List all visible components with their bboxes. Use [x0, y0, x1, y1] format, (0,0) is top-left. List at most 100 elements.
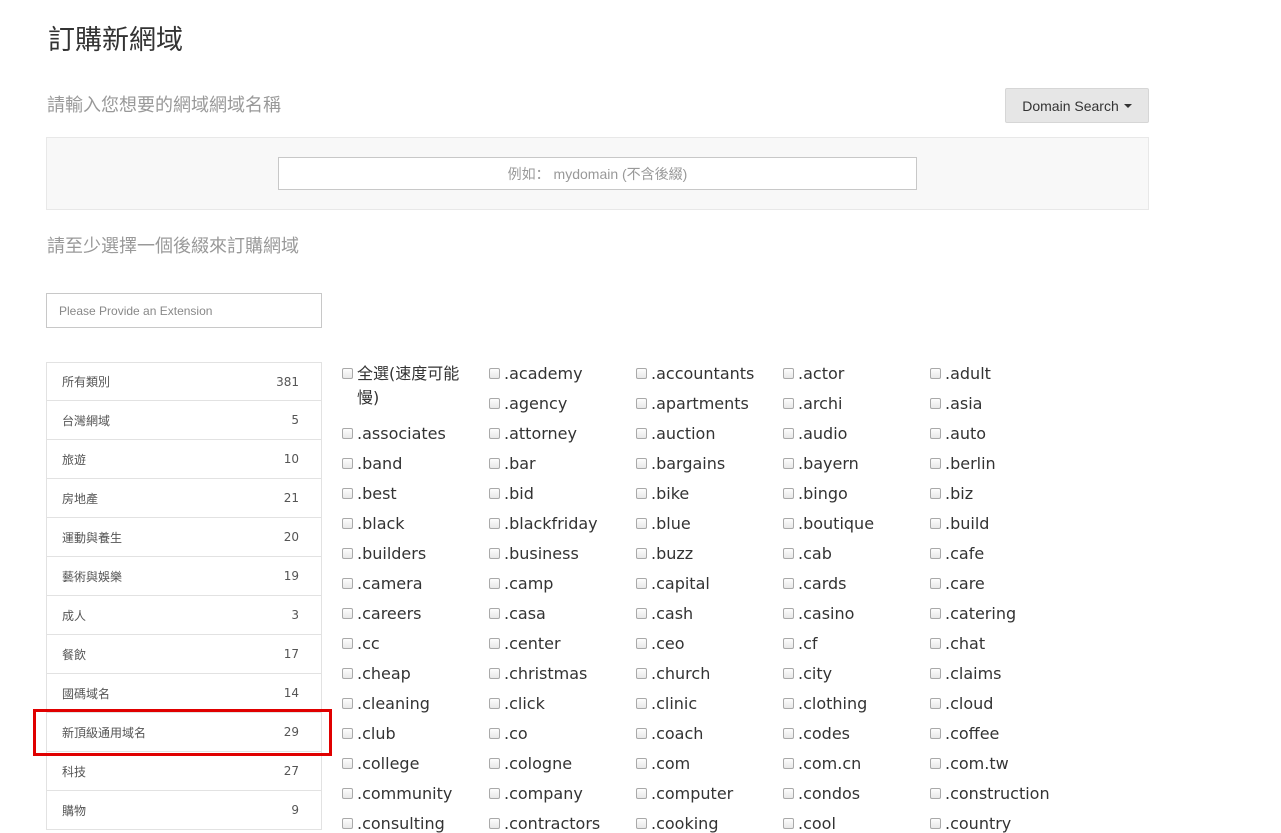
select-all-option[interactable]: 全選(速度可能慢): [342, 362, 465, 410]
tld-option[interactable]: .archi: [783, 392, 930, 416]
tld-option[interactable]: .clothing: [783, 692, 930, 716]
tld-checkbox[interactable]: [489, 818, 500, 829]
tld-option[interactable]: .camera: [342, 572, 489, 596]
tld-checkbox[interactable]: [930, 428, 941, 439]
tld-option[interactable]: .camp: [489, 572, 636, 596]
tld-option[interactable]: .adult: [930, 362, 1077, 386]
tld-checkbox[interactable]: [489, 518, 500, 529]
tld-checkbox[interactable]: [930, 668, 941, 679]
tld-option[interactable]: .com.tw: [930, 752, 1077, 776]
tld-option[interactable]: .church: [636, 662, 783, 686]
tld-option[interactable]: .cafe: [930, 542, 1077, 566]
tld-option[interactable]: .auto: [930, 422, 1077, 446]
tld-checkbox[interactable]: [489, 548, 500, 559]
tld-checkbox[interactable]: [783, 518, 794, 529]
tld-option[interactable]: .bargains: [636, 452, 783, 476]
tld-option[interactable]: .biz: [930, 482, 1077, 506]
tld-checkbox[interactable]: [489, 458, 500, 469]
tld-checkbox[interactable]: [930, 368, 941, 379]
tld-checkbox[interactable]: [489, 368, 500, 379]
tld-checkbox[interactable]: [783, 638, 794, 649]
tld-option[interactable]: .ceo: [636, 632, 783, 656]
tld-option[interactable]: .bayern: [783, 452, 930, 476]
tld-option[interactable]: .college: [342, 752, 489, 776]
tld-option[interactable]: .christmas: [489, 662, 636, 686]
tld-checkbox[interactable]: [342, 488, 353, 499]
tld-option[interactable]: .club: [342, 722, 489, 746]
tld-option[interactable]: .cool: [783, 812, 930, 833]
tld-option[interactable]: .com.cn: [783, 752, 930, 776]
tld-checkbox[interactable]: [783, 488, 794, 499]
tld-option[interactable]: .audio: [783, 422, 930, 446]
tld-option[interactable]: .co: [489, 722, 636, 746]
tld-checkbox[interactable]: [489, 698, 500, 709]
category-item[interactable]: 台灣網域 5: [46, 401, 322, 440]
tld-checkbox[interactable]: [342, 728, 353, 739]
tld-checkbox[interactable]: [342, 428, 353, 439]
tld-checkbox[interactable]: [636, 818, 647, 829]
tld-option[interactable]: .casino: [783, 602, 930, 626]
tld-checkbox[interactable]: [342, 638, 353, 649]
tld-option[interactable]: .coach: [636, 722, 783, 746]
tld-option[interactable]: .cheap: [342, 662, 489, 686]
extension-filter-input[interactable]: [46, 293, 322, 328]
tld-option[interactable]: .codes: [783, 722, 930, 746]
tld-option[interactable]: .apartments: [636, 392, 783, 416]
tld-checkbox[interactable]: [636, 758, 647, 769]
tld-checkbox[interactable]: [930, 758, 941, 769]
tld-option[interactable]: .best: [342, 482, 489, 506]
tld-option[interactable]: .company: [489, 782, 636, 806]
tld-checkbox[interactable]: [342, 518, 353, 529]
tld-checkbox[interactable]: [636, 668, 647, 679]
tld-checkbox[interactable]: [636, 548, 647, 559]
tld-checkbox[interactable]: [783, 398, 794, 409]
tld-option[interactable]: .band: [342, 452, 489, 476]
tld-checkbox[interactable]: [636, 638, 647, 649]
tld-checkbox[interactable]: [930, 578, 941, 589]
tld-checkbox[interactable]: [783, 548, 794, 559]
tld-option[interactable]: .capital: [636, 572, 783, 596]
tld-option[interactable]: .asia: [930, 392, 1077, 416]
category-item[interactable]: 科技 27: [46, 752, 322, 791]
tld-option[interactable]: .consulting: [342, 812, 489, 833]
category-item[interactable]: 成人 3: [46, 596, 322, 635]
tld-option[interactable]: .auction: [636, 422, 783, 446]
category-item[interactable]: 購物 9: [46, 791, 322, 830]
category-item[interactable]: 藝術與娛樂 19: [46, 557, 322, 596]
tld-option[interactable]: .computer: [636, 782, 783, 806]
tld-checkbox[interactable]: [342, 548, 353, 559]
tld-checkbox[interactable]: [636, 458, 647, 469]
tld-option[interactable]: .cf: [783, 632, 930, 656]
tld-checkbox[interactable]: [783, 668, 794, 679]
tld-checkbox[interactable]: [636, 488, 647, 499]
tld-option[interactable]: .cooking: [636, 812, 783, 833]
tld-option[interactable]: .city: [783, 662, 930, 686]
tld-option[interactable]: .chat: [930, 632, 1077, 656]
tld-checkbox[interactable]: [489, 758, 500, 769]
tld-checkbox[interactable]: [783, 818, 794, 829]
tld-checkbox[interactable]: [783, 458, 794, 469]
tld-option[interactable]: .clinic: [636, 692, 783, 716]
tld-option[interactable]: .casa: [489, 602, 636, 626]
tld-checkbox[interactable]: [489, 668, 500, 679]
tld-checkbox[interactable]: [783, 608, 794, 619]
tld-checkbox[interactable]: [636, 368, 647, 379]
tld-option[interactable]: .com: [636, 752, 783, 776]
tld-checkbox[interactable]: [783, 788, 794, 799]
category-item[interactable]: 房地產 21: [46, 479, 322, 518]
tld-checkbox[interactable]: [489, 788, 500, 799]
tld-checkbox[interactable]: [636, 788, 647, 799]
tld-option[interactable]: .blue: [636, 512, 783, 536]
tld-checkbox[interactable]: [342, 818, 353, 829]
tld-option[interactable]: .agency: [489, 392, 636, 416]
tld-checkbox[interactable]: [636, 608, 647, 619]
tld-option[interactable]: .careers: [342, 602, 489, 626]
tld-option[interactable]: .bid: [489, 482, 636, 506]
category-item[interactable]: 餐飲 17: [46, 635, 322, 674]
tld-checkbox[interactable]: [783, 368, 794, 379]
tld-option[interactable]: .click: [489, 692, 636, 716]
category-item[interactable]: 新頂級通用域名 29: [46, 713, 322, 752]
tld-checkbox[interactable]: [930, 488, 941, 499]
tld-checkbox[interactable]: [930, 728, 941, 739]
tld-checkbox[interactable]: [342, 698, 353, 709]
